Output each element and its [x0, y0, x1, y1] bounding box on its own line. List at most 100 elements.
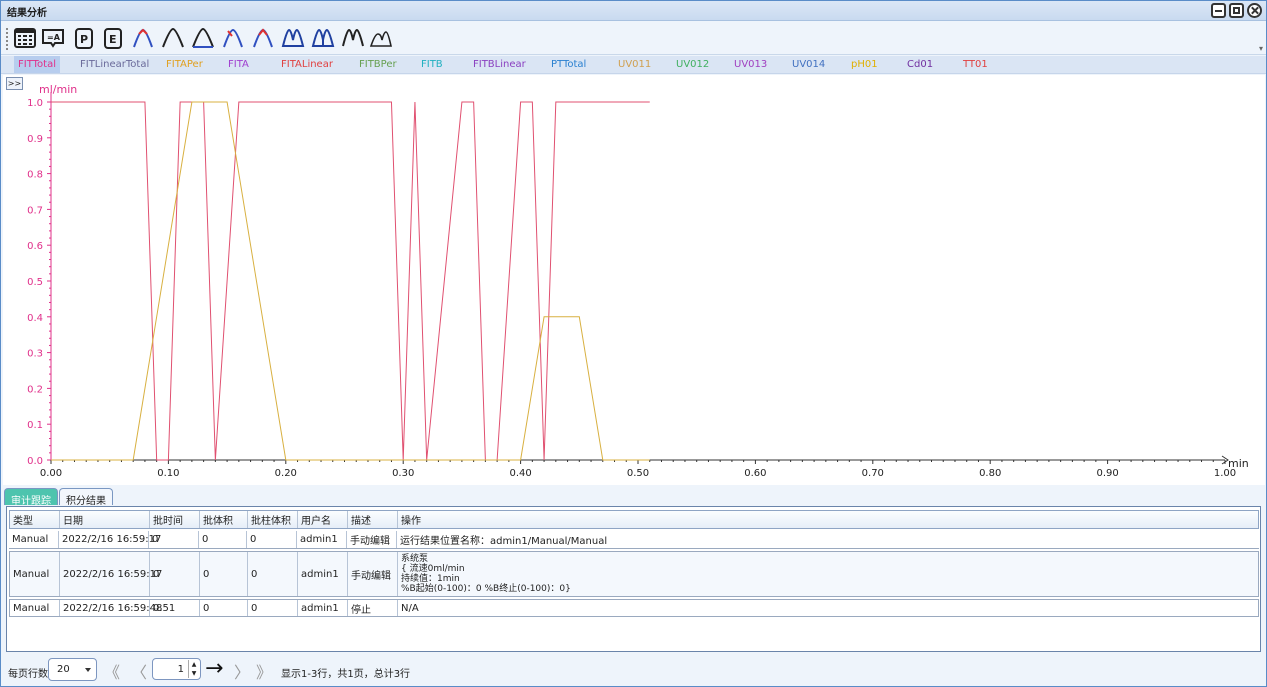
- col-date[interactable]: 日期: [60, 511, 150, 528]
- chevron-down-icon: [85, 668, 91, 672]
- y-tick-label: 0.2: [27, 384, 43, 395]
- grid-header: 类型 日期 批时间 批体积 批柱体积 用户名 描述 操作: [9, 510, 1259, 529]
- e-icon[interactable]: E: [101, 26, 125, 50]
- toolbar-grip[interactable]: [6, 28, 9, 50]
- peak-icon[interactable]: [161, 26, 185, 50]
- legend-item-fitlineartotal[interactable]: FITLinearTotal: [80, 59, 149, 70]
- cell-batch-time: 0: [150, 552, 200, 596]
- y-tick-label: 0.4: [27, 313, 43, 324]
- cell-date: 2022/2/16 16:59:17: [60, 552, 162, 596]
- cell-batch-time: 0: [149, 531, 199, 548]
- table-row[interactable]: Manual 2022/2/16 16:59:17 0 0 0 admin1 手…: [9, 531, 1259, 549]
- x-tick-label: 0.20: [275, 468, 297, 479]
- table-row[interactable]: Manual 2022/2/16 16:59:17 0 0 0 admin1 手…: [9, 551, 1259, 597]
- y-tick-label: 0.8: [27, 170, 43, 181]
- cell-batch-volume: 0: [199, 531, 247, 548]
- y-tick-label: 0.7: [27, 205, 43, 216]
- series-legend: FITTotal FITLinearTotal FITAPer FITA FITALin…: [1, 56, 1266, 74]
- cell-description: 手动编辑: [348, 552, 398, 596]
- window-title: 结果分析: [7, 8, 47, 19]
- next-page-icon[interactable]: 〉: [234, 659, 250, 683]
- first-page-icon[interactable]: 《: [104, 659, 120, 683]
- cell-batch-column-volume: 0: [248, 600, 298, 616]
- col-operation[interactable]: 操作: [398, 511, 1258, 528]
- legend-item-fittotal[interactable]: FITTotal: [14, 56, 60, 73]
- x-tick-label: 0.00: [40, 468, 62, 479]
- tab-integration-results[interactable]: 积分结果: [59, 488, 113, 507]
- prev-page-icon[interactable]: 〈: [131, 659, 147, 683]
- minimize-button[interactable]: [1211, 3, 1226, 18]
- page-spinner[interactable]: ▲ ▼: [188, 660, 199, 678]
- toolbar: =A P E ▾: [1, 22, 1266, 55]
- close-button[interactable]: [1247, 3, 1262, 18]
- col-description[interactable]: 描述: [348, 511, 398, 528]
- multi-peak-icon[interactable]: [281, 26, 305, 50]
- legend-item-uv012[interactable]: UV012: [676, 59, 709, 70]
- y-tick-label: 0.3: [27, 349, 43, 360]
- legend-item-ph01[interactable]: pH01: [851, 59, 878, 70]
- legend-item-fita[interactable]: FITA: [228, 59, 249, 70]
- tab-audit-trail[interactable]: 审计跟踪: [4, 488, 58, 507]
- peak-end-icon[interactable]: [251, 26, 275, 50]
- col-type[interactable]: 类型: [10, 511, 60, 528]
- cell-batch-volume: 0: [200, 600, 248, 616]
- p-icon[interactable]: P: [72, 26, 96, 50]
- table-icon[interactable]: [13, 26, 37, 50]
- legend-item-fitbper[interactable]: FITBPer: [359, 59, 397, 70]
- legend-item-pttotal[interactable]: PTTotal: [551, 59, 586, 70]
- page-size-value: 20: [57, 664, 70, 675]
- x-tick-label: 0.60: [744, 468, 766, 479]
- legend-item-fitalinear[interactable]: FITALinear: [281, 59, 333, 70]
- operation-line: 持续值：1min: [401, 574, 460, 584]
- cell-type: Manual: [10, 600, 60, 616]
- peak-shoulder-icon[interactable]: [369, 26, 393, 50]
- svg-text:=A: =A: [47, 33, 61, 42]
- title-bar: 结果分析: [1, 1, 1266, 21]
- x-tick-label: 0.80: [979, 468, 1001, 479]
- peak-baseline-icon[interactable]: [191, 26, 215, 50]
- svg-text:P: P: [80, 33, 88, 46]
- series-line-2: [51, 101, 650, 461]
- legend-item-fitb[interactable]: FITB: [421, 59, 443, 70]
- rows-per-page-label: 每页行数: [8, 669, 48, 680]
- y-axis-label: ml/min: [39, 83, 77, 96]
- col-batch-volume[interactable]: 批体积: [200, 511, 248, 528]
- multi-peak-drop-icon[interactable]: [341, 26, 365, 50]
- legend-item-cd01[interactable]: Cd01: [907, 59, 933, 70]
- col-batch-column-volume[interactable]: 批柱体积: [248, 511, 298, 528]
- cell-batch-volume: 0: [200, 552, 248, 596]
- chart-svg: 0.0 0.1 0.2 0.3 0.4 0.5 0.6 0.7 0.8 0.9 1.0 0.00 0.1…: [27, 83, 1249, 479]
- x-tick-label: 0.50: [627, 468, 649, 479]
- x-tick-label: 0.10: [157, 468, 179, 479]
- cell-date: 2022/2/16 16:59:17: [59, 531, 161, 548]
- legend-item-uv013[interactable]: UV013: [734, 59, 767, 70]
- table-row[interactable]: Manual 2022/2/16 16:59:48 0.51 0 0 admin…: [9, 599, 1259, 617]
- cell-batch-time: 0.51: [150, 600, 200, 616]
- legend-item-fitblinear[interactable]: FITBLinear: [473, 59, 526, 70]
- cell-description: 停止: [348, 600, 398, 616]
- series-line-1: [51, 101, 650, 461]
- expand-panel-button[interactable]: >>: [6, 77, 23, 90]
- cell-username: admin1: [298, 600, 348, 616]
- cell-operation: N/A: [401, 602, 419, 614]
- cell-batch-column-volume: 0: [248, 552, 298, 596]
- maximize-button[interactable]: [1229, 3, 1244, 18]
- chromatogram-chart[interactable]: >> 0.0 0.1 0.2 0.3 0.4 0.5 0.6 0.7 0.8 0.9 1.0 0.00…: [3, 75, 1265, 485]
- page-size-select[interactable]: 20: [48, 658, 97, 681]
- peak-start-icon[interactable]: [221, 26, 245, 50]
- legend-item-tt01[interactable]: TT01: [963, 59, 988, 70]
- cell-date: 2022/2/16 16:59:48: [60, 600, 162, 616]
- multi-peak-split-icon[interactable]: [311, 26, 335, 50]
- page-number-input[interactable]: 1 ▲ ▼: [152, 658, 201, 680]
- legend-item-fitaper[interactable]: FITAPer: [166, 59, 203, 70]
- go-page-icon[interactable]: →: [205, 656, 223, 681]
- cell-username: admin1: [297, 531, 347, 548]
- col-batch-time[interactable]: 批时间: [150, 511, 200, 528]
- col-username[interactable]: 用户名: [298, 511, 348, 528]
- legend-item-uv014[interactable]: UV014: [792, 59, 825, 70]
- legend-item-uv011[interactable]: UV011: [618, 59, 651, 70]
- last-page-icon[interactable]: 》: [256, 659, 272, 683]
- text-annotation-icon[interactable]: =A: [41, 26, 65, 50]
- toolbar-overflow-icon[interactable]: ▾: [1259, 44, 1263, 53]
- peak-marker-icon[interactable]: [131, 26, 155, 50]
